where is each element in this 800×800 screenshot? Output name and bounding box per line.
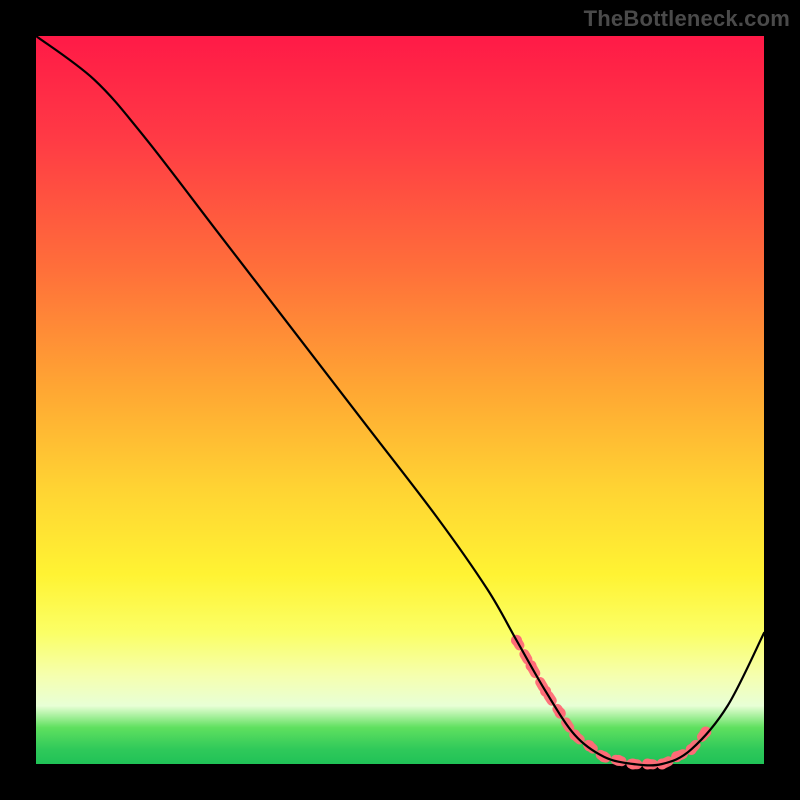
chart-frame: TheBottleneck.com xyxy=(0,0,800,800)
highlight-dots-group xyxy=(511,635,711,770)
bottleneck-curve xyxy=(36,36,764,765)
plot-area xyxy=(36,36,764,764)
chart-overlay xyxy=(36,36,764,764)
watermark-text: TheBottleneck.com xyxy=(584,6,790,32)
highlight-minimum-zone xyxy=(516,640,705,764)
